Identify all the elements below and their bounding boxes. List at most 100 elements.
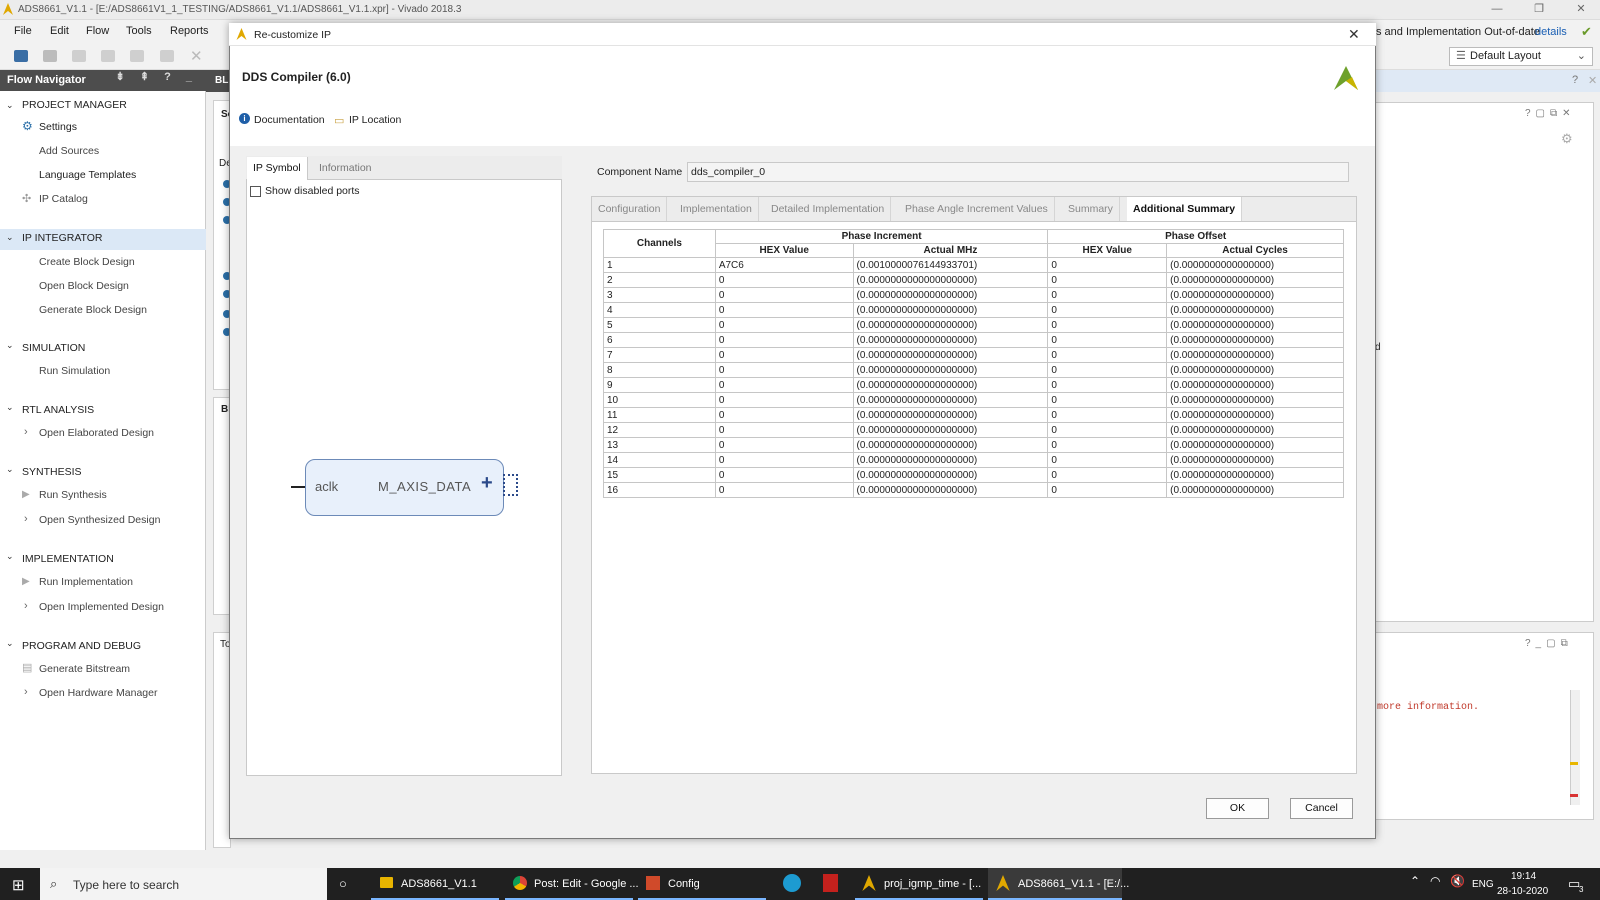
pane-controls-icon[interactable]: ?_▢⧉	[1525, 638, 1573, 649]
chevron-right-icon[interactable]: ›	[24, 686, 28, 698]
poff-cycles-cell: (0.0000000000000000)	[1166, 437, 1344, 453]
menu-edit[interactable]: Edit	[50, 25, 69, 37]
play-icon: ▶	[22, 489, 30, 500]
section-rtl-analysis[interactable]: RTL ANALYSIS	[22, 404, 94, 416]
close-window-icon[interactable]: ✕	[1570, 1, 1592, 18]
copy-icon[interactable]	[130, 50, 144, 62]
taskbar-search-text[interactable]: Type here to search	[73, 878, 179, 892]
chevron-down-icon[interactable]: ⌄	[6, 551, 14, 562]
nav-settings[interactable]: Settings	[39, 121, 77, 133]
tab-information[interactable]: Information	[313, 157, 378, 180]
nav-open-hardware-manager[interactable]: Open Hardware Manager	[39, 687, 157, 699]
nav-add-sources[interactable]: Add Sources	[39, 145, 99, 157]
wifi-icon[interactable]: ◠	[1430, 874, 1440, 888]
menu-reports[interactable]: Reports	[170, 25, 209, 37]
help-icon[interactable]: ?	[1572, 74, 1578, 86]
poff-cycles-cell: (0.0000000000000000)	[1166, 377, 1344, 393]
save-icon[interactable]	[43, 50, 57, 62]
nav-generate-block-design[interactable]: Generate Block Design	[39, 304, 147, 316]
expand-port-icon[interactable]: +	[481, 472, 493, 495]
close-icon[interactable]: ✕	[1348, 26, 1360, 43]
section-synthesis[interactable]: SYNTHESIS	[22, 466, 82, 478]
close-icon[interactable]: ✕	[1588, 74, 1597, 87]
taskbar-item-proj-igmp[interactable]: proj_igmp_time - [...	[884, 868, 981, 900]
console-scrollbar[interactable]	[1570, 690, 1580, 805]
undo-icon[interactable]	[72, 50, 86, 62]
chevron-down-icon[interactable]: ⌄	[6, 638, 14, 649]
nav-run-synthesis[interactable]: Run Synthesis	[39, 489, 107, 501]
chevron-right-icon[interactable]: ›	[24, 513, 28, 525]
nav-language-templates[interactable]: Language Templates	[39, 169, 136, 181]
gear-icon[interactable]: ⚙	[1561, 131, 1573, 147]
delete-icon[interactable]: ✕	[190, 47, 203, 65]
details-link[interactable]: details	[1535, 26, 1567, 38]
pinc-hex-cell: 0	[714, 392, 854, 408]
component-name-input[interactable]	[687, 162, 1349, 182]
nav-open-elaborated-design[interactable]: Open Elaborated Design	[39, 427, 154, 439]
acrobat-icon[interactable]	[823, 874, 838, 892]
chevron-down-icon[interactable]: ⌄	[6, 402, 14, 413]
chevron-right-icon[interactable]: ›	[24, 426, 28, 438]
minimize-icon[interactable]: —	[1486, 1, 1508, 18]
section-program-and-debug[interactable]: PROGRAM AND DEBUG	[22, 640, 141, 652]
cancel-button[interactable]: Cancel	[1290, 798, 1353, 819]
nav-run-simulation[interactable]: Run Simulation	[39, 365, 110, 377]
chevron-down-icon[interactable]: ⌄	[6, 100, 14, 111]
ip-location-link[interactable]: IP Location	[349, 114, 401, 126]
nav-open-implemented-design[interactable]: Open Implemented Design	[39, 601, 164, 613]
aclk-port-label: aclk	[315, 479, 339, 494]
menu-flow[interactable]: Flow	[86, 25, 109, 37]
checkmark-icon: ✔	[1581, 24, 1592, 39]
language-indicator[interactable]: ENG	[1472, 879, 1494, 890]
menu-file[interactable]: File	[14, 25, 32, 37]
tab-configuration[interactable]: Configuration	[592, 197, 668, 221]
ok-button[interactable]: OK	[1206, 798, 1269, 819]
windows-start-icon[interactable]: ⊞	[12, 876, 25, 894]
taskbar-item-explorer[interactable]: ADS8661_V1.1	[401, 868, 477, 900]
open-project-icon[interactable]	[14, 50, 28, 62]
nav-open-synthesized-design[interactable]: Open Synthesized Design	[39, 514, 160, 526]
clock-date[interactable]: 28-10-2020	[1497, 886, 1548, 897]
tray-chevron-up-icon[interactable]: ⌃	[1410, 874, 1420, 888]
nav-generate-bitstream[interactable]: Generate Bitstream	[39, 663, 130, 675]
tab-phase-angle-increment-values[interactable]: Phase Angle Increment Values	[899, 197, 1055, 221]
menu-tools[interactable]: Tools	[126, 25, 152, 37]
folder-icon: ▭	[334, 115, 345, 127]
restore-icon[interactable]: ❐	[1528, 1, 1550, 18]
right-console-pane	[1372, 632, 1594, 820]
layout-select[interactable]: Default Layout ⌄	[1449, 47, 1593, 66]
show-disabled-ports-checkbox[interactable]	[250, 186, 261, 197]
tab-ip-symbol[interactable]: IP Symbol	[247, 157, 308, 180]
nav-open-block-design[interactable]: Open Block Design	[39, 280, 129, 292]
tab-additional-summary[interactable]: Additional Summary	[1127, 197, 1243, 221]
chevron-down-icon[interactable]: ⌄	[6, 340, 14, 351]
chevron-down-icon[interactable]: ⌄	[6, 232, 14, 243]
chevron-right-icon[interactable]: ›	[24, 600, 28, 612]
tab-summary[interactable]: Summary	[1062, 197, 1120, 221]
redo-icon[interactable]	[101, 50, 115, 62]
chevron-down-icon[interactable]: ⌄	[6, 464, 14, 475]
taskbar-item-chrome[interactable]: Post: Edit - Google ...	[534, 868, 639, 900]
edge-icon[interactable]	[783, 874, 801, 892]
channel-cell: 9	[603, 377, 716, 393]
nav-run-implementation[interactable]: Run Implementation	[39, 576, 133, 588]
documentation-link[interactable]: Documentation	[254, 114, 325, 126]
flow-navigator-toolbar-icons[interactable]: ⇟ ⇞ ? _	[116, 70, 198, 83]
pane-controls-icon[interactable]: ?▢⧉✕	[1525, 108, 1576, 119]
paste-icon[interactable]	[160, 50, 174, 62]
clock-time[interactable]: 19:14	[1511, 871, 1536, 882]
cortana-icon[interactable]: ○	[339, 876, 347, 891]
tab-implementation[interactable]: Implementation	[674, 197, 759, 221]
nav-ip-catalog[interactable]: IP Catalog	[39, 193, 88, 205]
section-implementation[interactable]: IMPLEMENTATION	[22, 553, 114, 565]
channel-cell: 11	[603, 407, 716, 423]
tab-detailed-implementation[interactable]: Detailed Implementation	[765, 197, 892, 221]
section-project-manager[interactable]: PROJECT MANAGER	[22, 99, 127, 111]
taskbar-item-vivado[interactable]: ADS8661_V1.1 - [E:/...	[1018, 868, 1129, 900]
section-simulation[interactable]: SIMULATION	[22, 342, 85, 354]
channel-cell: 12	[603, 422, 716, 438]
section-ip-integrator[interactable]: IP INTEGRATOR	[22, 232, 103, 244]
volume-muted-icon[interactable]: 🔇	[1450, 874, 1465, 888]
taskbar-item-config[interactable]: Config	[668, 868, 700, 900]
nav-create-block-design[interactable]: Create Block Design	[39, 256, 135, 268]
